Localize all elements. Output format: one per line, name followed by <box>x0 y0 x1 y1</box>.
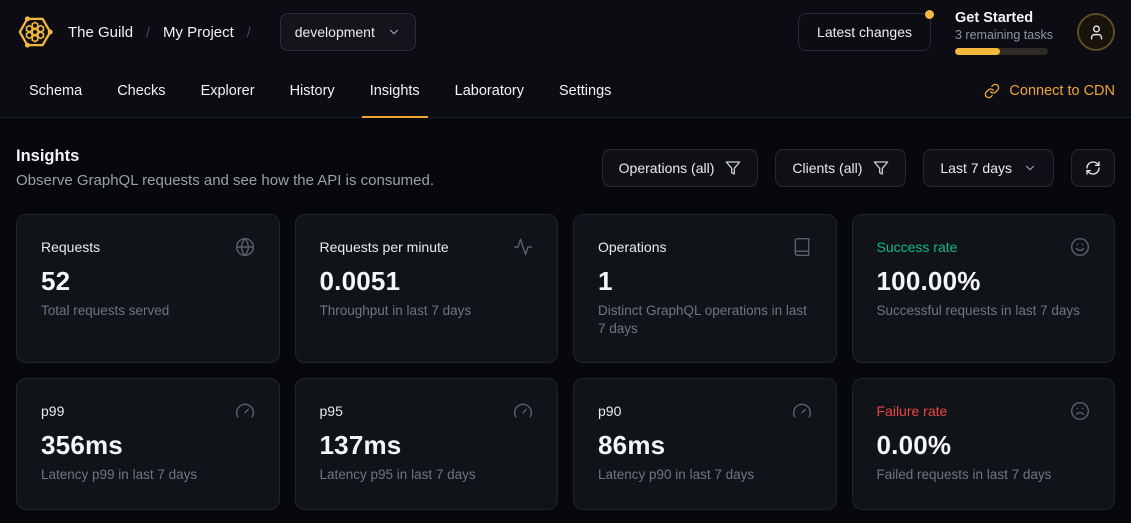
stat-title: Requests per minute <box>320 239 449 255</box>
stat-value: 0.0051 <box>320 266 534 297</box>
tab-label: Explorer <box>201 83 255 99</box>
breadcrumb-project[interactable]: My Project <box>163 24 234 41</box>
notification-dot <box>925 10 934 19</box>
stat-card: Success rate 100.00% Successful requests… <box>852 214 1116 363</box>
tab-label: Schema <box>29 83 82 99</box>
smile-icon <box>1070 237 1090 257</box>
stat-description: Latency p90 in last 7 days <box>598 466 812 484</box>
stat-card: Requests per minute 0.0051 Throughput in… <box>295 214 559 363</box>
tab-schema[interactable]: Schema <box>16 64 95 117</box>
nav-tabs: Schema Checks Explorer History Insights … <box>16 64 624 117</box>
stat-card: Requests 52 Total requests served <box>16 214 280 363</box>
tab-label: Checks <box>117 83 165 99</box>
stat-value: 86ms <box>598 430 812 461</box>
filter-icon <box>873 160 889 176</box>
tab-label: History <box>290 83 335 99</box>
breadcrumb: The Guild / My Project / <box>68 24 264 41</box>
book-icon <box>792 237 812 257</box>
stat-description: Throughput in last 7 days <box>320 302 534 320</box>
page-title: Insights <box>16 147 434 166</box>
project-nav: Schema Checks Explorer History Insights … <box>0 64 1131 118</box>
filter-icon <box>725 160 741 176</box>
connect-to-cdn-link[interactable]: Connect to CDN <box>984 83 1115 99</box>
breadcrumb-separator: / <box>146 24 150 40</box>
gauge-icon <box>792 401 812 421</box>
get-started-title: Get Started <box>955 10 1051 26</box>
frown-icon <box>1070 401 1090 421</box>
operations-filter-label: Operations (all) <box>619 160 715 176</box>
get-started-remaining-tasks: 3 remaining tasks <box>955 28 1051 42</box>
stat-card: Failure rate 0.00% Failed requests in la… <box>852 378 1116 509</box>
tab-explorer[interactable]: Explorer <box>188 64 268 117</box>
get-started-widget[interactable]: Get Started 3 remaining tasks <box>955 10 1051 55</box>
stat-description: Failed requests in last 7 days <box>877 466 1091 484</box>
get-started-progress-fill <box>955 48 1000 55</box>
activity-icon <box>513 237 533 257</box>
stat-card: p95 137ms Latency p95 in last 7 days <box>295 378 559 509</box>
filter-toolbar: Operations (all) Clients (all) Last 7 da… <box>602 149 1115 189</box>
breadcrumb-separator: / <box>247 24 251 40</box>
refresh-button[interactable] <box>1071 149 1115 187</box>
link-icon <box>984 83 1000 99</box>
tab-history[interactable]: History <box>277 64 348 117</box>
stat-description: Latency p99 in last 7 days <box>41 466 255 484</box>
stat-value: 1 <box>598 266 812 297</box>
latest-changes-button[interactable]: Latest changes <box>798 13 931 51</box>
stat-value: 137ms <box>320 430 534 461</box>
stat-value: 0.00% <box>877 430 1091 461</box>
insights-page: Insights Observe GraphQL requests and se… <box>0 118 1131 510</box>
stat-value: 100.00% <box>877 266 1091 297</box>
connect-to-cdn-label: Connect to CDN <box>1009 83 1115 99</box>
stat-title: p95 <box>320 403 343 419</box>
hive-logo-icon[interactable] <box>16 13 54 51</box>
stat-title: p99 <box>41 403 64 419</box>
target-selector-dropdown[interactable]: development <box>280 13 416 51</box>
date-range-label: Last 7 days <box>940 160 1012 176</box>
tab-checks[interactable]: Checks <box>104 64 178 117</box>
get-started-progress-bar <box>955 48 1048 55</box>
stat-value: 52 <box>41 266 255 297</box>
clients-filter-button[interactable]: Clients (all) <box>775 149 906 187</box>
operations-filter-button[interactable]: Operations (all) <box>602 149 759 187</box>
stat-title: Success rate <box>877 239 958 255</box>
stat-value: 356ms <box>41 430 255 461</box>
stat-title: Operations <box>598 239 666 255</box>
stats-grid: Requests 52 Total requests served Reques… <box>0 189 1131 510</box>
tab-insights[interactable]: Insights <box>357 64 433 117</box>
tab-laboratory[interactable]: Laboratory <box>442 64 537 117</box>
gauge-icon <box>513 401 533 421</box>
clients-filter-label: Clients (all) <box>792 160 862 176</box>
tab-label: Laboratory <box>455 83 524 99</box>
stat-description: Latency p95 in last 7 days <box>320 466 534 484</box>
chevron-down-icon <box>1023 161 1037 175</box>
user-icon <box>1088 24 1105 41</box>
stat-description: Distinct GraphQL operations in last 7 da… <box>598 302 812 338</box>
refresh-icon <box>1085 160 1101 176</box>
page-subtitle: Observe GraphQL requests and see how the… <box>16 172 434 189</box>
target-selector-value: development <box>295 24 375 40</box>
user-avatar[interactable] <box>1077 13 1115 51</box>
app-header: The Guild / My Project / development Lat… <box>0 0 1131 64</box>
tab-label: Insights <box>370 83 420 99</box>
tab-label: Settings <box>559 83 611 99</box>
stat-title: p90 <box>598 403 621 419</box>
globe-icon <box>235 237 255 257</box>
tab-settings[interactable]: Settings <box>546 64 624 117</box>
stat-card: p90 86ms Latency p90 in last 7 days <box>573 378 837 509</box>
stat-card: p99 356ms Latency p99 in last 7 days <box>16 378 280 509</box>
chevron-down-icon <box>387 25 401 39</box>
stat-title: Failure rate <box>877 403 948 419</box>
stat-description: Total requests served <box>41 302 255 320</box>
stat-card: Operations 1 Distinct GraphQL operations… <box>573 214 837 363</box>
latest-changes-label: Latest changes <box>817 24 912 40</box>
date-range-dropdown[interactable]: Last 7 days <box>923 149 1054 187</box>
stat-description: Successful requests in last 7 days <box>877 302 1091 320</box>
gauge-icon <box>235 401 255 421</box>
breadcrumb-org[interactable]: The Guild <box>68 24 133 41</box>
stat-title: Requests <box>41 239 100 255</box>
